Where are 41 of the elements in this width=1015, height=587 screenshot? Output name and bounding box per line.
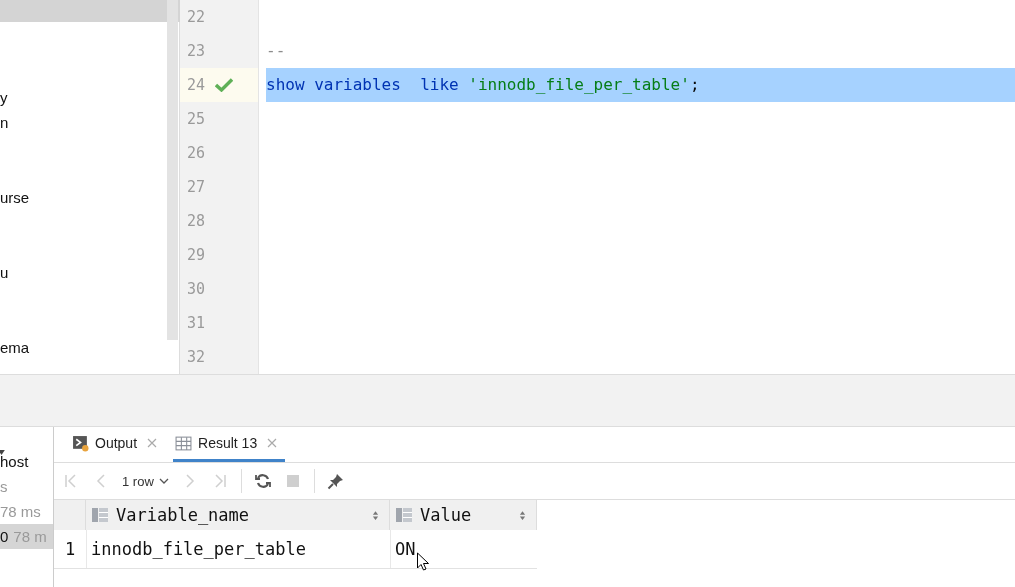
line-number: 25 xyxy=(187,110,206,128)
result-tab[interactable]: Result 13 xyxy=(173,427,286,462)
tree-item[interactable]: u xyxy=(0,260,9,285)
close-icon[interactable] xyxy=(147,438,158,448)
tree-item[interactable]: ema xyxy=(0,335,30,360)
line-number: 24 xyxy=(187,76,206,94)
line-number: 30 xyxy=(187,280,206,298)
line-number: 32 xyxy=(187,348,206,366)
service-item[interactable]: host xyxy=(0,449,53,474)
table-icon xyxy=(175,434,193,452)
row-number: 1 xyxy=(63,539,77,559)
tree-item[interactable]: n xyxy=(0,110,9,135)
result-tab[interactable]: Output xyxy=(70,427,166,462)
splitter-bar[interactable] xyxy=(0,374,1015,427)
sort-icon[interactable] xyxy=(372,509,379,521)
column-icon xyxy=(92,508,108,522)
chevron-icon xyxy=(158,478,169,484)
column-header[interactable]: Value xyxy=(390,500,537,530)
tree-item[interactable]: urse xyxy=(0,185,30,210)
service-item[interactable]: 0 78 m xyxy=(0,524,53,549)
tree-item[interactable]: y xyxy=(0,85,8,110)
caret-icon[interactable] xyxy=(0,450,5,455)
mouse-cursor-icon xyxy=(416,552,429,571)
code-line: -- xyxy=(266,40,287,62)
line-number: 29 xyxy=(187,246,206,264)
line-number: 23 xyxy=(187,42,206,60)
line-number: 31 xyxy=(187,314,206,332)
refresh-icon[interactable] xyxy=(253,472,272,490)
console-icon xyxy=(72,434,89,452)
line-number: 26 xyxy=(187,144,206,162)
line-number: 22 xyxy=(187,8,206,26)
line-number: 28 xyxy=(187,212,206,230)
sort-icon[interactable] xyxy=(519,509,526,521)
table-cell[interactable]: innodb_file_per_table xyxy=(86,530,390,568)
close-icon[interactable] xyxy=(267,438,278,448)
column-icon xyxy=(396,508,412,522)
line-number: 27 xyxy=(187,178,206,196)
column-header[interactable]: Variable_name xyxy=(86,500,390,530)
scrollbar[interactable] xyxy=(167,0,178,340)
row-count-dropdown[interactable]: 1 row xyxy=(122,473,169,489)
pin-icon[interactable] xyxy=(326,472,345,490)
